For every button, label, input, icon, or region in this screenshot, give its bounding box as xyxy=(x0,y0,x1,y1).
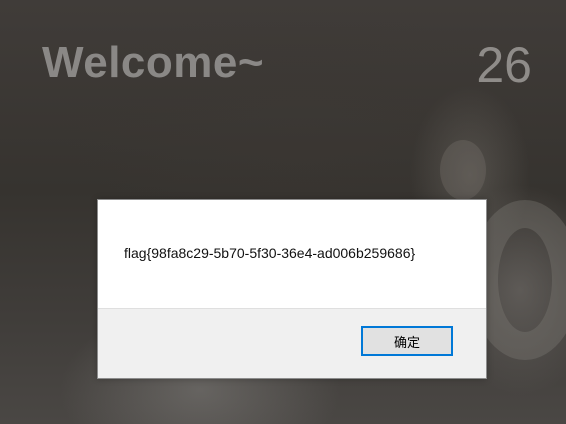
dialog-footer: 确定 xyxy=(98,308,486,378)
dialog-message: flag{98fa8c29-5b70-5f30-36e4-ad006b25968… xyxy=(124,245,416,261)
alert-dialog: flag{98fa8c29-5b70-5f30-36e4-ad006b25968… xyxy=(97,199,487,379)
background-shape xyxy=(440,140,486,200)
dialog-message-area: flag{98fa8c29-5b70-5f30-36e4-ad006b25968… xyxy=(98,200,486,308)
countdown-counter: 26 xyxy=(476,37,532,93)
ok-button[interactable]: 确定 xyxy=(361,326,453,356)
welcome-heading: Welcome~ xyxy=(42,38,265,87)
